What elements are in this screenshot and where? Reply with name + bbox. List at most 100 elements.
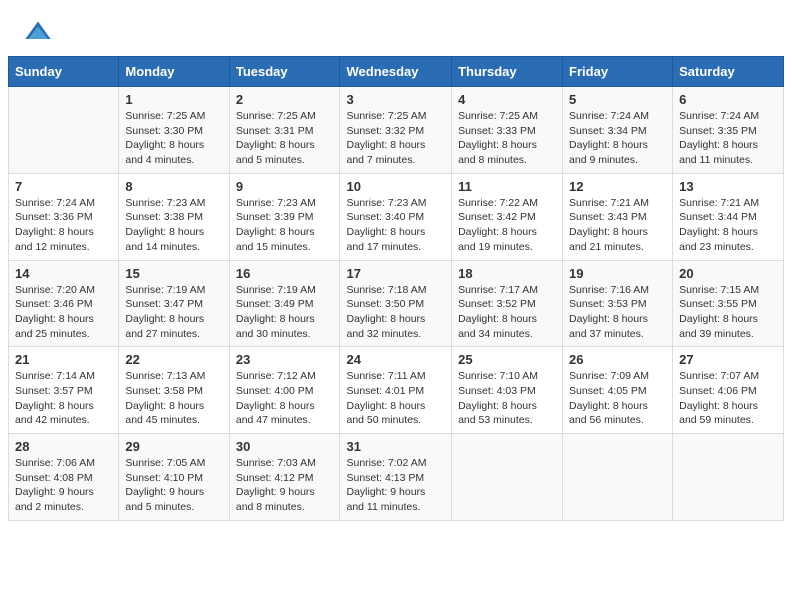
day-info: Sunrise: 7:16 AMSunset: 3:53 PMDaylight:… (569, 283, 666, 342)
day-info: Sunrise: 7:06 AMSunset: 4:08 PMDaylight:… (15, 456, 112, 515)
day-number: 5 (569, 92, 666, 107)
day-number: 12 (569, 179, 666, 194)
calendar-cell: 25Sunrise: 7:10 AMSunset: 4:03 PMDayligh… (452, 347, 563, 434)
day-number: 26 (569, 352, 666, 367)
day-number: 31 (346, 439, 445, 454)
calendar-week-row: 7 Sunrise: 7:24 AMSunset: 3:36 PMDaylight… (9, 173, 784, 260)
calendar-cell: 17Sunrise: 7:18 AMSunset: 3:50 PMDayligh… (340, 260, 452, 347)
day-info: Sunrise: 7:15 AMSunset: 3:55 PMDaylight:… (679, 283, 777, 342)
calendar-cell: 12Sunrise: 7:21 AMSunset: 3:43 PMDayligh… (563, 173, 673, 260)
day-info: Sunrise: 7:24 AMSunset: 3:34 PMDaylight:… (569, 109, 666, 168)
calendar-cell: 30 Sunrise: 7:03 AMSunset: 4:12 PMDayligh… (229, 434, 340, 521)
calendar-cell (452, 434, 563, 521)
day-number: 22 (125, 352, 222, 367)
day-info: Sunrise: 7:25 AMSunset: 3:30 PMDaylight:… (125, 109, 222, 168)
day-info: Sunrise: 7:25 AMSunset: 3:32 PMDaylight:… (346, 109, 445, 168)
day-number: 17 (346, 266, 445, 281)
day-number: 16 (236, 266, 334, 281)
day-header-tuesday: Tuesday (229, 57, 340, 87)
calendar-cell: 3Sunrise: 7:25 AMSunset: 3:32 PMDaylight… (340, 87, 452, 174)
calendar-cell: 22 Sunrise: 7:13 AMSunset: 3:58 PMDayligh… (119, 347, 229, 434)
day-number: 23 (236, 352, 334, 367)
calendar-cell (563, 434, 673, 521)
day-info: Sunrise: 7:02 AMSunset: 4:13 PMDaylight:… (346, 456, 445, 515)
day-header-monday: Monday (119, 57, 229, 87)
day-number: 19 (569, 266, 666, 281)
day-number: 9 (236, 179, 334, 194)
day-number: 13 (679, 179, 777, 194)
calendar-cell: 26Sunrise: 7:09 AMSunset: 4:05 PMDayligh… (563, 347, 673, 434)
day-info: Sunrise: 7:03 AMSunset: 4:12 PMDaylight:… (236, 456, 334, 515)
day-number: 4 (458, 92, 556, 107)
logo (24, 18, 56, 46)
calendar-cell: 24Sunrise: 7:11 AMSunset: 4:01 PMDayligh… (340, 347, 452, 434)
day-number: 6 (679, 92, 777, 107)
day-info: Sunrise: 7:22 AMSunset: 3:42 PMDaylight:… (458, 196, 556, 255)
day-info: Sunrise: 7:17 AMSunset: 3:52 PMDaylight:… (458, 283, 556, 342)
calendar-cell: 2 Sunrise: 7:25 AMSunset: 3:31 PMDaylight… (229, 87, 340, 174)
calendar-cell: 20 Sunrise: 7:15 AMSunset: 3:55 PMDayligh… (673, 260, 784, 347)
day-info: Sunrise: 7:20 AMSunset: 3:46 PMDaylight:… (15, 283, 112, 342)
day-number: 18 (458, 266, 556, 281)
calendar-table: SundayMondayTuesdayWednesdayThursdayFrid… (8, 56, 784, 521)
day-header-thursday: Thursday (452, 57, 563, 87)
calendar-cell: 8 Sunrise: 7:23 AMSunset: 3:38 PMDaylight… (119, 173, 229, 260)
day-number: 11 (458, 179, 556, 194)
day-number: 1 (125, 92, 222, 107)
page-header (0, 0, 792, 56)
calendar-cell: 19 Sunrise: 7:16 AMSunset: 3:53 PMDayligh… (563, 260, 673, 347)
logo-icon (24, 18, 52, 46)
day-info: Sunrise: 7:12 AMSunset: 4:00 PMDaylight:… (236, 369, 334, 428)
calendar-cell: 11 Sunrise: 7:22 AMSunset: 3:42 PMDayligh… (452, 173, 563, 260)
day-info: Sunrise: 7:13 AMSunset: 3:58 PMDaylight:… (125, 369, 222, 428)
calendar-week-row: 28 Sunrise: 7:06 AMSunset: 4:08 PMDayligh… (9, 434, 784, 521)
calendar-week-row: 14Sunrise: 7:20 AMSunset: 3:46 PMDayligh… (9, 260, 784, 347)
day-number: 7 (15, 179, 112, 194)
day-number: 24 (346, 352, 445, 367)
calendar-cell: 18 Sunrise: 7:17 AMSunset: 3:52 PMDayligh… (452, 260, 563, 347)
day-header-friday: Friday (563, 57, 673, 87)
calendar-cell: 13 Sunrise: 7:21 AMSunset: 3:44 PMDayligh… (673, 173, 784, 260)
calendar-cell: 15Sunrise: 7:19 AMSunset: 3:47 PMDayligh… (119, 260, 229, 347)
day-info: Sunrise: 7:21 AMSunset: 3:44 PMDaylight:… (679, 196, 777, 255)
calendar-cell: 4 Sunrise: 7:25 AMSunset: 3:33 PMDaylight… (452, 87, 563, 174)
calendar-cell: 16 Sunrise: 7:19 AMSunset: 3:49 PMDayligh… (229, 260, 340, 347)
day-info: Sunrise: 7:24 AMSunset: 3:35 PMDaylight:… (679, 109, 777, 168)
day-header-wednesday: Wednesday (340, 57, 452, 87)
day-header-saturday: Saturday (673, 57, 784, 87)
calendar-cell (673, 434, 784, 521)
calendar-cell: 21 Sunrise: 7:14 AMSunset: 3:57 PMDayligh… (9, 347, 119, 434)
calendar-week-row: 1 Sunrise: 7:25 AMSunset: 3:30 PMDaylight… (9, 87, 784, 174)
day-info: Sunrise: 7:25 AMSunset: 3:33 PMDaylight:… (458, 109, 556, 168)
day-header-sunday: Sunday (9, 57, 119, 87)
day-info: Sunrise: 7:14 AMSunset: 3:57 PMDaylight:… (15, 369, 112, 428)
day-info: Sunrise: 7:19 AMSunset: 3:49 PMDaylight:… (236, 283, 334, 342)
calendar-cell: 28 Sunrise: 7:06 AMSunset: 4:08 PMDayligh… (9, 434, 119, 521)
calendar-cell: 31 Sunrise: 7:02 AMSunset: 4:13 PMDayligh… (340, 434, 452, 521)
calendar-cell: 7 Sunrise: 7:24 AMSunset: 3:36 PMDaylight… (9, 173, 119, 260)
calendar-header-row: SundayMondayTuesdayWednesdayThursdayFrid… (9, 57, 784, 87)
day-info: Sunrise: 7:05 AMSunset: 4:10 PMDaylight:… (125, 456, 222, 515)
day-number: 21 (15, 352, 112, 367)
day-number: 8 (125, 179, 222, 194)
day-info: Sunrise: 7:24 AMSunset: 3:36 PMDaylight:… (15, 196, 112, 255)
day-number: 28 (15, 439, 112, 454)
day-number: 27 (679, 352, 777, 367)
calendar-cell: 9 Sunrise: 7:23 AMSunset: 3:39 PMDaylight… (229, 173, 340, 260)
calendar-cell: 5 Sunrise: 7:24 AMSunset: 3:34 PMDaylight… (563, 87, 673, 174)
day-info: Sunrise: 7:25 AMSunset: 3:31 PMDaylight:… (236, 109, 334, 168)
day-number: 30 (236, 439, 334, 454)
day-info: Sunrise: 7:23 AMSunset: 3:39 PMDaylight:… (236, 196, 334, 255)
calendar-cell: 23 Sunrise: 7:12 AMSunset: 4:00 PMDayligh… (229, 347, 340, 434)
calendar-cell: 6 Sunrise: 7:24 AMSunset: 3:35 PMDaylight… (673, 87, 784, 174)
day-number: 10 (346, 179, 445, 194)
calendar-cell (9, 87, 119, 174)
day-number: 2 (236, 92, 334, 107)
day-info: Sunrise: 7:23 AMSunset: 3:38 PMDaylight:… (125, 196, 222, 255)
day-number: 15 (125, 266, 222, 281)
calendar-cell: 1 Sunrise: 7:25 AMSunset: 3:30 PMDaylight… (119, 87, 229, 174)
day-number: 20 (679, 266, 777, 281)
day-info: Sunrise: 7:10 AMSunset: 4:03 PMDaylight:… (458, 369, 556, 428)
calendar-cell: 29Sunrise: 7:05 AMSunset: 4:10 PMDayligh… (119, 434, 229, 521)
calendar-week-row: 21 Sunrise: 7:14 AMSunset: 3:57 PMDayligh… (9, 347, 784, 434)
